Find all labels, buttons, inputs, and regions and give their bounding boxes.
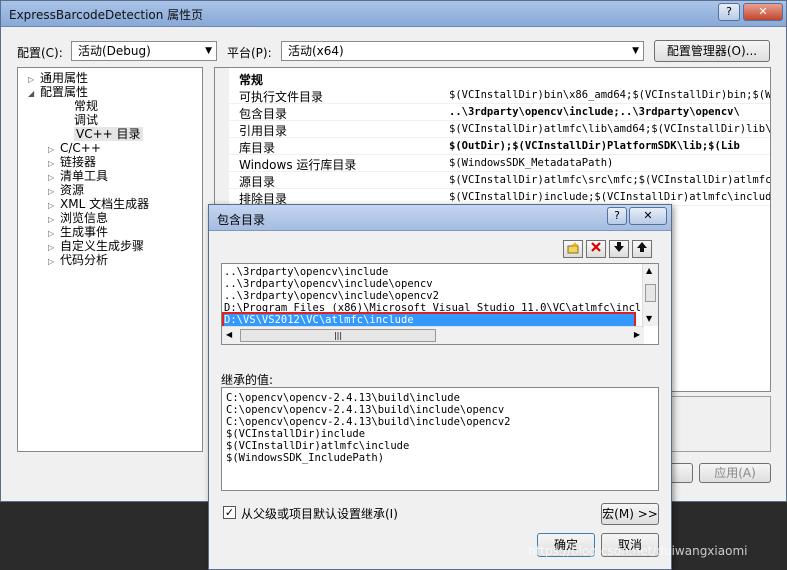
tree-item-label: 配置属性: [40, 85, 89, 99]
close-button[interactable]: ✕: [743, 3, 783, 21]
include-dir-item[interactable]: ..\3rdparty\opencv\include\opencv2: [224, 290, 439, 302]
property-value: $(VCInstallDir)atlmfc\lib\amd64;$(VCInst…: [449, 123, 771, 135]
property-value: $(VCInstallDir)include;$(VCInstallDir)at…: [449, 191, 771, 203]
config-value: 活动(Debug): [78, 44, 151, 58]
property-name: 引用目录: [239, 124, 288, 138]
tree-item-label: 调试: [74, 113, 99, 127]
include-dirs-dialog: 包含目录 ? ✕ ..\3rdparty\opencv\include ..\3r…: [208, 204, 672, 570]
dialog-help-button[interactable]: ?: [607, 207, 627, 225]
tree-item[interactable]: 调试: [62, 113, 98, 127]
scroll-thumb[interactable]: [645, 284, 656, 302]
inherited-value-item: C:\opencv\opencv-2.4.13\build\include\op…: [226, 404, 505, 416]
scroll-down-icon[interactable]: ▼: [646, 314, 652, 323]
inherited-value-item: $(VCInstallDir)include: [226, 428, 366, 440]
section-title: 常规: [239, 73, 264, 87]
inherited-values-list: C:\opencv\opencv-2.4.13\build\include C:\…: [221, 387, 659, 491]
inherit-checkbox-label: 从父级或项目默认设置继承(I): [241, 507, 398, 521]
property-name: 可执行文件目录: [239, 90, 324, 104]
include-dir-item[interactable]: D:\Program Files (x86)\Microsoft Visual …: [224, 302, 658, 314]
window-title: ExpressBarcodeDetection 属性页: [9, 8, 204, 22]
platform-label: 平台(P):: [227, 46, 272, 60]
config-dropdown[interactable]: 活动(Debug) ▼: [71, 41, 217, 61]
expand-icon[interactable]: ▷: [48, 255, 60, 269]
tree-item[interactable]: ▷ 代码分析: [48, 253, 108, 269]
inherited-value-item: C:\opencv\opencv-2.4.13\build\include: [226, 392, 460, 404]
property-name: Windows 运行库目录: [239, 158, 357, 172]
property-name: 源目录: [239, 175, 276, 189]
tree-item-label: 常规: [74, 99, 99, 113]
tree-item-label: 通用属性: [40, 71, 89, 85]
tree-item[interactable]: 常规: [62, 99, 98, 113]
property-value: $(VCInstallDir)atlmfc\src\mfc;$(VCInstal…: [449, 174, 771, 186]
include-dirs-list[interactable]: ..\3rdparty\opencv\include ..\3rdparty\op…: [221, 263, 659, 345]
property-row[interactable]: 可执行文件目录 $(VCInstallDir)bin\x86_amd64;$(VC…: [229, 87, 771, 104]
property-value: $(WindowsSDK_MetadataPath): [449, 157, 614, 169]
config-label: 配置(C):: [17, 46, 63, 60]
scroll-right-icon[interactable]: ▶: [634, 330, 640, 339]
tree-item-label: 生成事件: [60, 225, 109, 239]
tree-item-label: 浏览信息: [60, 211, 109, 225]
property-row[interactable]: 源目录 $(VCInstallDir)atlmfc\src\mfc;$(VCIns…: [229, 172, 771, 189]
tree-item[interactable]: VC++ 目录: [62, 127, 143, 141]
tree-item-label: 链接器: [60, 155, 97, 169]
chevron-down-icon: ▼: [205, 46, 212, 56]
tree-item-label: 代码分析: [60, 253, 109, 267]
property-value: $(OutDir);$(VCInstallDir)PlatformSDK\lib…: [449, 140, 740, 152]
scroll-up-icon[interactable]: ▲: [646, 266, 652, 275]
property-row[interactable]: 库目录 $(OutDir);$(VCInstallDir)PlatformSDK\…: [229, 138, 770, 155]
tree-item-label: XML 文档生成器: [60, 197, 150, 211]
vertical-scrollbar[interactable]: ▲ ▼: [642, 264, 658, 326]
move-down-icon[interactable]: [609, 240, 629, 258]
platform-value: 活动(x64): [288, 44, 344, 58]
include-dir-item[interactable]: D:\VS\VS2012\VC\atlmfc\include: [222, 312, 636, 328]
settings-tree[interactable]: ▷ 通用属性 ◢ 配置属性 常规 调试 VC++ 目录 ▷ C/C++ ▷ 链接器 ▷ 清单工具 ▷ 资源 ▷…: [17, 67, 203, 452]
inherited-values-label: 继承的值:: [221, 373, 274, 387]
help-button[interactable]: ?: [718, 3, 740, 21]
expand-icon[interactable]: ◢: [28, 87, 40, 101]
property-row[interactable]: 包含目录 ..\3rdparty\opencv\include;..\3rdpar…: [229, 104, 770, 121]
property-name: 库目录: [239, 141, 276, 155]
include-dir-item[interactable]: ..\3rdparty\opencv\include\opencv: [224, 278, 433, 290]
apply-button[interactable]: 应用(A): [699, 463, 771, 483]
tree-item-label: VC++ 目录: [74, 127, 143, 141]
property-row[interactable]: 引用目录 $(VCInstallDir)atlmfc\lib\amd64;$(VC…: [229, 121, 771, 138]
property-section-header[interactable]: ◢ 常规: [229, 70, 770, 87]
watermark: https://blog.csdn.net/duiwangxiaomi: [528, 544, 748, 558]
window-titlebar: ExpressBarcodeDetection 属性页 ? ✕: [1, 1, 786, 27]
dialog-close-button[interactable]: ✕: [629, 207, 667, 225]
dialog-titlebar: 包含目录 ? ✕: [209, 205, 671, 231]
dialog-title: 包含目录: [217, 213, 266, 227]
scroll-left-icon[interactable]: ◀: [226, 330, 232, 339]
move-up-icon[interactable]: [632, 240, 652, 258]
horizontal-scrollbar[interactable]: ◀ ||| ▶: [222, 326, 644, 344]
inherited-value-item: C:\opencv\opencv-2.4.13\build\include\op…: [226, 416, 511, 428]
config-manager-button[interactable]: 配置管理器(O)...: [654, 40, 770, 62]
tree-item-label: 自定义生成步骤: [60, 239, 145, 253]
inherited-value-item: $(VCInstallDir)atlmfc\include: [226, 440, 410, 452]
property-row[interactable]: Windows 运行库目录 $(WindowsSDK_MetadataPath): [229, 155, 770, 172]
hscroll-thumb[interactable]: |||: [240, 329, 436, 342]
chevron-down-icon: ▼: [632, 46, 639, 56]
inherit-checkbox[interactable]: ✓: [223, 506, 236, 519]
delete-line-icon[interactable]: [586, 240, 606, 258]
inherited-value-item: $(WindowsSDK_IncludePath): [226, 452, 385, 464]
property-value: $(VCInstallDir)bin\x86_amd64;$(VCInstall…: [449, 89, 771, 101]
new-line-icon[interactable]: [563, 240, 583, 258]
property-value: ..\3rdparty\opencv\include;..\3rdparty\o…: [449, 106, 740, 118]
tree-item-label: 资源: [60, 183, 85, 197]
tree-item-label: 清单工具: [60, 169, 109, 183]
platform-dropdown[interactable]: 活动(x64) ▼: [281, 41, 644, 61]
include-dir-item[interactable]: ..\3rdparty\opencv\include: [224, 266, 388, 278]
property-name: 包含目录: [239, 107, 288, 121]
tree-item-label: C/C++: [60, 141, 101, 155]
macro-button[interactable]: 宏(M) >>: [601, 503, 659, 525]
